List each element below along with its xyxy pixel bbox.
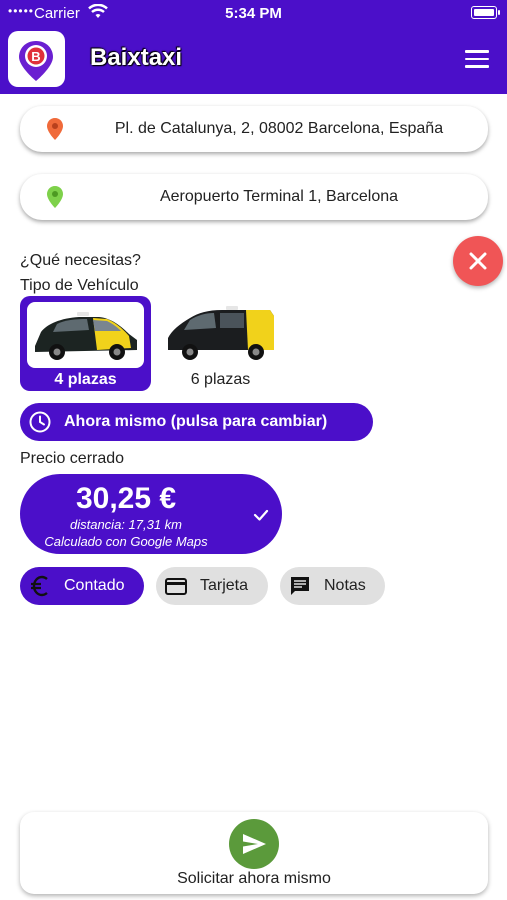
status-time: 5:34 PM xyxy=(225,5,282,22)
destination-address: Aeropuerto Terminal 1, Barcelona xyxy=(159,188,399,205)
clock-icon xyxy=(28,410,52,434)
credit-card-icon xyxy=(164,574,188,598)
request-ride-label: Solicitar ahora mismo xyxy=(177,870,331,887)
close-icon xyxy=(469,252,487,270)
question-label: ¿Qué necesitas? xyxy=(20,252,141,269)
hamburger-menu-icon[interactable] xyxy=(465,50,489,68)
payment-cash-label: Contado xyxy=(64,577,125,594)
app-title: Baixtaxi xyxy=(90,44,183,71)
svg-text:B: B xyxy=(31,49,40,64)
price-label: Precio cerrado xyxy=(20,450,125,467)
payment-card-button[interactable]: Tarjeta xyxy=(156,567,268,605)
check-icon xyxy=(250,504,272,526)
close-button[interactable] xyxy=(453,236,503,286)
origin-pin-icon xyxy=(44,117,66,141)
destination-pin-icon xyxy=(44,185,66,209)
payment-card-label: Tarjeta xyxy=(200,577,249,594)
sedan-taxi-image xyxy=(27,302,144,368)
status-bar: ••••• Carrier 5:34 PM xyxy=(0,0,507,26)
price-source: Calculado con Google Maps xyxy=(44,534,208,549)
app-logo: B xyxy=(8,31,65,87)
euro-icon xyxy=(28,574,52,598)
vehicle-option-label: 4 plazas xyxy=(54,371,117,388)
app-header: ••••• Carrier 5:34 PM B Baixtaxi xyxy=(0,0,507,94)
price-amount: 30,25 € xyxy=(75,482,177,515)
origin-field[interactable]: Pl. de Catalunya, 2, 08002 Barcelona, Es… xyxy=(20,106,488,152)
notes-icon xyxy=(288,574,312,598)
vehicle-option-6-seats[interactable]: 6 plazas xyxy=(155,296,286,391)
van-taxi-image xyxy=(162,302,279,368)
vehicle-option-label: 6 plazas xyxy=(190,371,251,388)
pickup-time-button[interactable]: Ahora mismo (pulsa para cambiar) xyxy=(20,403,373,441)
request-ride-button[interactable]: Solicitar ahora mismo xyxy=(20,812,488,894)
payment-notes-button[interactable]: Notas xyxy=(280,567,385,605)
vehicle-option-4-seats[interactable]: 4 plazas xyxy=(20,296,151,391)
destination-field[interactable]: Aeropuerto Terminal 1, Barcelona xyxy=(20,174,488,220)
payment-cash-button[interactable]: Contado xyxy=(20,567,144,605)
origin-address: Pl. de Catalunya, 2, 08002 Barcelona, Es… xyxy=(114,120,444,137)
price-distance: distancia: 17,31 km xyxy=(69,517,182,532)
pickup-time-label: Ahora mismo (pulsa para cambiar) xyxy=(64,413,328,430)
battery-icon xyxy=(471,6,500,19)
vehicle-type-label: Tipo de Vehículo xyxy=(20,277,139,294)
fixed-price-card[interactable]: 30,25 € distancia: 17,31 km Calculado co… xyxy=(20,474,282,554)
payment-notes-label: Notas xyxy=(324,577,366,594)
send-icon xyxy=(229,819,279,869)
